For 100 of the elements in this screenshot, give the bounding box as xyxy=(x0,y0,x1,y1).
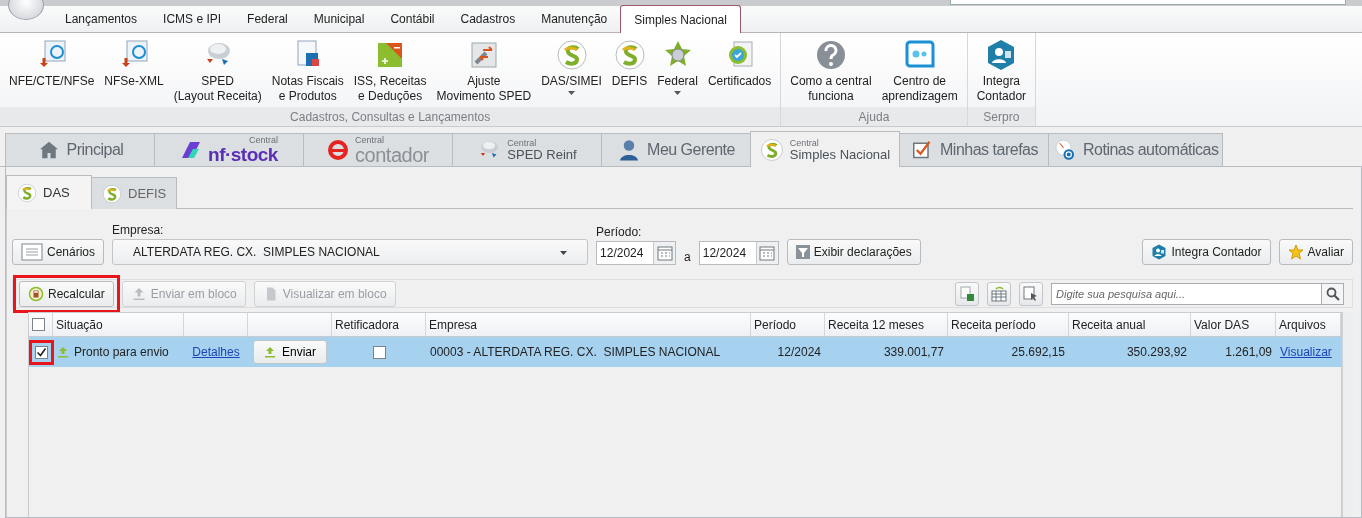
menu-tab[interactable]: Federal xyxy=(234,6,301,32)
columns-button[interactable] xyxy=(987,281,1011,306)
ribbon-button[interactable]: Centro de aprendizagem xyxy=(876,37,963,106)
main-tab[interactable]: Rotinas automáticas xyxy=(1048,133,1224,167)
tab-logo-text: contador xyxy=(355,144,429,165)
main-tab[interactable]: Minhas tarefas xyxy=(899,133,1049,167)
ribbon-button[interactable]: Certificados xyxy=(702,37,777,91)
help-icon xyxy=(814,39,847,71)
caret-icon xyxy=(674,91,682,95)
tab-label: Minhas tarefas xyxy=(940,141,1038,159)
date-field[interactable]: 12/2024 xyxy=(596,241,677,265)
menu-tab[interactable]: Lançamentos xyxy=(52,6,151,32)
table-cell: 350.293,92 xyxy=(1126,345,1187,359)
table-cell: Pronto para envio xyxy=(74,345,169,359)
cursor-icon xyxy=(1023,285,1039,302)
send-button[interactable]: Enviar xyxy=(253,340,327,364)
ribbon-button[interactable]: NFE/CTE/NFSe xyxy=(4,37,100,91)
date-field[interactable]: 12/2024 xyxy=(698,241,779,265)
group-label: Ajuda xyxy=(781,107,967,126)
s-logo-icon xyxy=(555,39,588,71)
logo-mark-icon xyxy=(180,140,203,160)
ribbon-button[interactable]: Notas Fiscais e Produtos xyxy=(266,37,349,106)
table-row[interactable]: Pronto para envio Detalhes Enviar 00003 - ALTERDATA REG. CX. SIMPLES NACIONAL 12/2024 339.001,77 25.692,15 350.293,92 1.261,09 Visualizar xyxy=(29,337,1341,367)
s-logo-icon xyxy=(613,39,646,71)
menu-tab[interactable]: Manutenção xyxy=(528,6,621,32)
s-logo-icon xyxy=(17,182,37,203)
caret-icon xyxy=(560,251,568,255)
column-header[interactable]: Retificadora xyxy=(332,313,426,336)
menu-tab[interactable]: ICMS e IPI xyxy=(150,6,235,32)
ribbon-button[interactable]: SPED (Layout Receita) xyxy=(168,37,267,106)
export-button[interactable] xyxy=(955,281,979,306)
s-logo-icon xyxy=(759,137,784,162)
calendar-icon xyxy=(759,245,776,261)
tab-label: Principal xyxy=(66,141,124,159)
column-header[interactable]: Receita anual xyxy=(1069,313,1191,336)
scenarios-button[interactable]: Cenários xyxy=(12,239,105,265)
tab-caption: Central xyxy=(789,138,820,148)
checkbox[interactable] xyxy=(32,318,45,331)
toolbar-button[interactable]: Recalcular xyxy=(19,280,114,307)
main-tab[interactable]: Meu Gerente xyxy=(601,133,751,167)
main-tab[interactable]: Principal xyxy=(5,133,155,167)
ribbon-button[interactable]: ISS, Receitas e Deduções xyxy=(348,37,432,106)
ribbon-button[interactable]: NFSe-XML xyxy=(99,37,169,91)
menu-tab[interactable]: Simples Nacional xyxy=(620,5,741,33)
column-header[interactable]: Receita 12 meses xyxy=(825,313,948,336)
company-dropdown[interactable]: ALTERDATA REG. CX. SIMPLES NACIONAL xyxy=(112,239,589,265)
ribbon-button[interactable]: Ajuste Movimento SPED xyxy=(431,37,537,106)
integra-contador-button[interactable]: Integra Contador xyxy=(1142,239,1271,265)
ribbon-button[interactable]: DEFIS xyxy=(606,37,653,91)
column-header[interactable]: Valor DAS xyxy=(1191,313,1276,336)
ribbon-button[interactable]: Integra Contador xyxy=(971,37,1032,106)
ribbon-button[interactable]: Federal xyxy=(652,37,703,97)
title-search-field[interactable] xyxy=(950,0,1346,5)
ribbon-button[interactable]: Como a central funciona xyxy=(785,37,877,106)
table-cell: 25.692,15 xyxy=(1011,345,1065,359)
table-icon xyxy=(991,285,1007,302)
menu-tab[interactable]: Municipal xyxy=(300,6,378,32)
tab-label: SPED Reinf xyxy=(507,148,577,161)
column-header[interactable]: Empresa xyxy=(426,313,751,336)
upload-icon xyxy=(264,346,276,358)
field-label: Período: xyxy=(596,225,643,239)
tab-logo-text: nf·stock xyxy=(208,145,278,164)
show-declarations-button[interactable]: Exibir declarações xyxy=(786,239,921,265)
spreadsheet-icon xyxy=(959,285,975,302)
checkbox[interactable] xyxy=(34,345,48,359)
main-tab[interactable]: Central contador xyxy=(303,133,453,167)
tab-label: Rotinas automáticas xyxy=(1083,141,1219,159)
select-button[interactable] xyxy=(1019,281,1043,306)
column-header[interactable]: Arquivos xyxy=(1276,313,1341,336)
column-header[interactable]: Situação xyxy=(53,313,184,336)
view-link[interactable]: Visualizar xyxy=(1280,345,1332,359)
calendar-icon xyxy=(656,245,673,261)
window-icon xyxy=(21,243,43,261)
column-header[interactable]: Período xyxy=(751,313,825,336)
filter-icon xyxy=(795,245,810,259)
scrollbar[interactable] xyxy=(1342,312,1353,517)
search-field[interactable]: Digite sua pesquisa aqui... xyxy=(1051,282,1322,305)
search-icon xyxy=(1325,286,1340,301)
tab-caption: Central xyxy=(507,139,538,148)
menu-tab[interactable]: Contábil xyxy=(377,6,448,32)
tab-label: Meu Gerente xyxy=(647,141,735,159)
search-button[interactable] xyxy=(1322,282,1344,305)
sub-tab[interactable]: DEFIS xyxy=(91,177,177,209)
tab-caption: Central xyxy=(248,136,278,145)
column-header[interactable]: Receita período xyxy=(948,313,1069,336)
group-label: Serpro xyxy=(967,107,1036,126)
calculator-icon xyxy=(28,285,44,302)
rate-button[interactable]: Avaliar xyxy=(1278,239,1353,265)
logo-mark-icon xyxy=(327,139,350,161)
sub-tab[interactable]: DAS xyxy=(6,175,92,209)
details-link[interactable]: Detalhes xyxy=(192,345,240,359)
main-tab[interactable]: Central SPED Reinf xyxy=(452,133,602,167)
table-cell: 1.261,09 xyxy=(1225,345,1272,359)
main-tab[interactable]: Central nf·stock xyxy=(154,133,304,167)
ribbon-button[interactable]: DAS/SIMEI xyxy=(536,37,607,97)
range-separator: a xyxy=(684,250,691,264)
checkbox[interactable] xyxy=(372,345,386,359)
group-label: Cadastros, Consultas e Lançamentos xyxy=(0,107,781,126)
menu-tab[interactable]: Cadastros xyxy=(447,6,529,32)
main-tab[interactable]: Central Simples Nacional xyxy=(750,131,900,167)
